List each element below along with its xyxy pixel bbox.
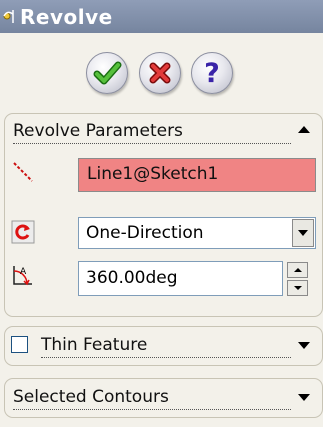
axis-of-revolution-field[interactable]: Line1@Sketch1 <box>78 158 316 192</box>
selected-contours-label[interactable]: Selected Contours <box>13 387 291 410</box>
thin-feature-checkbox[interactable] <box>11 336 28 353</box>
revolve-parameters-group: Revolve Parameters Line1@Sketch1 One-Dir… <box>4 113 323 317</box>
dropdown-arrow-icon[interactable] <box>292 219 314 247</box>
axis-of-revolution-icon <box>11 160 35 184</box>
group-title: Revolve Parameters <box>13 121 291 144</box>
revolve-parameters-header[interactable]: Revolve Parameters <box>5 114 322 144</box>
revolve-feature-icon <box>2 6 18 28</box>
angle-input[interactable]: 360.00deg <box>78 261 283 296</box>
svg-text:A: A <box>20 267 27 277</box>
thin-feature-label[interactable]: Thin Feature <box>41 335 291 358</box>
thin-feature-group: Thin Feature <box>4 326 323 366</box>
title-bar: Revolve <box>0 0 323 33</box>
angle-icon: A <box>11 263 35 287</box>
expand-chevron-down-icon[interactable] <box>298 342 310 349</box>
selected-contours-group: Selected Contours <box>4 378 323 418</box>
help-button[interactable]: ? <box>191 52 233 94</box>
revolve-type-select[interactable]: One-Direction <box>78 217 316 249</box>
spin-down-arrow-icon[interactable] <box>287 280 308 296</box>
action-buttons: ? <box>0 52 323 98</box>
revolve-direction-icon[interactable] <box>11 220 35 244</box>
ok-icon <box>93 61 122 85</box>
revolve-type-value: One-Direction <box>86 223 204 243</box>
help-icon: ? <box>204 57 220 89</box>
ok-button[interactable] <box>86 52 128 94</box>
collapse-chevron-up-icon[interactable] <box>298 126 310 133</box>
spin-up-arrow-icon[interactable] <box>287 262 308 278</box>
expand-chevron-down-icon[interactable] <box>298 394 310 401</box>
cancel-button[interactable] <box>139 52 181 94</box>
panel-title: Revolve <box>20 4 113 29</box>
angle-spinner <box>287 262 308 296</box>
cancel-icon <box>149 62 171 84</box>
